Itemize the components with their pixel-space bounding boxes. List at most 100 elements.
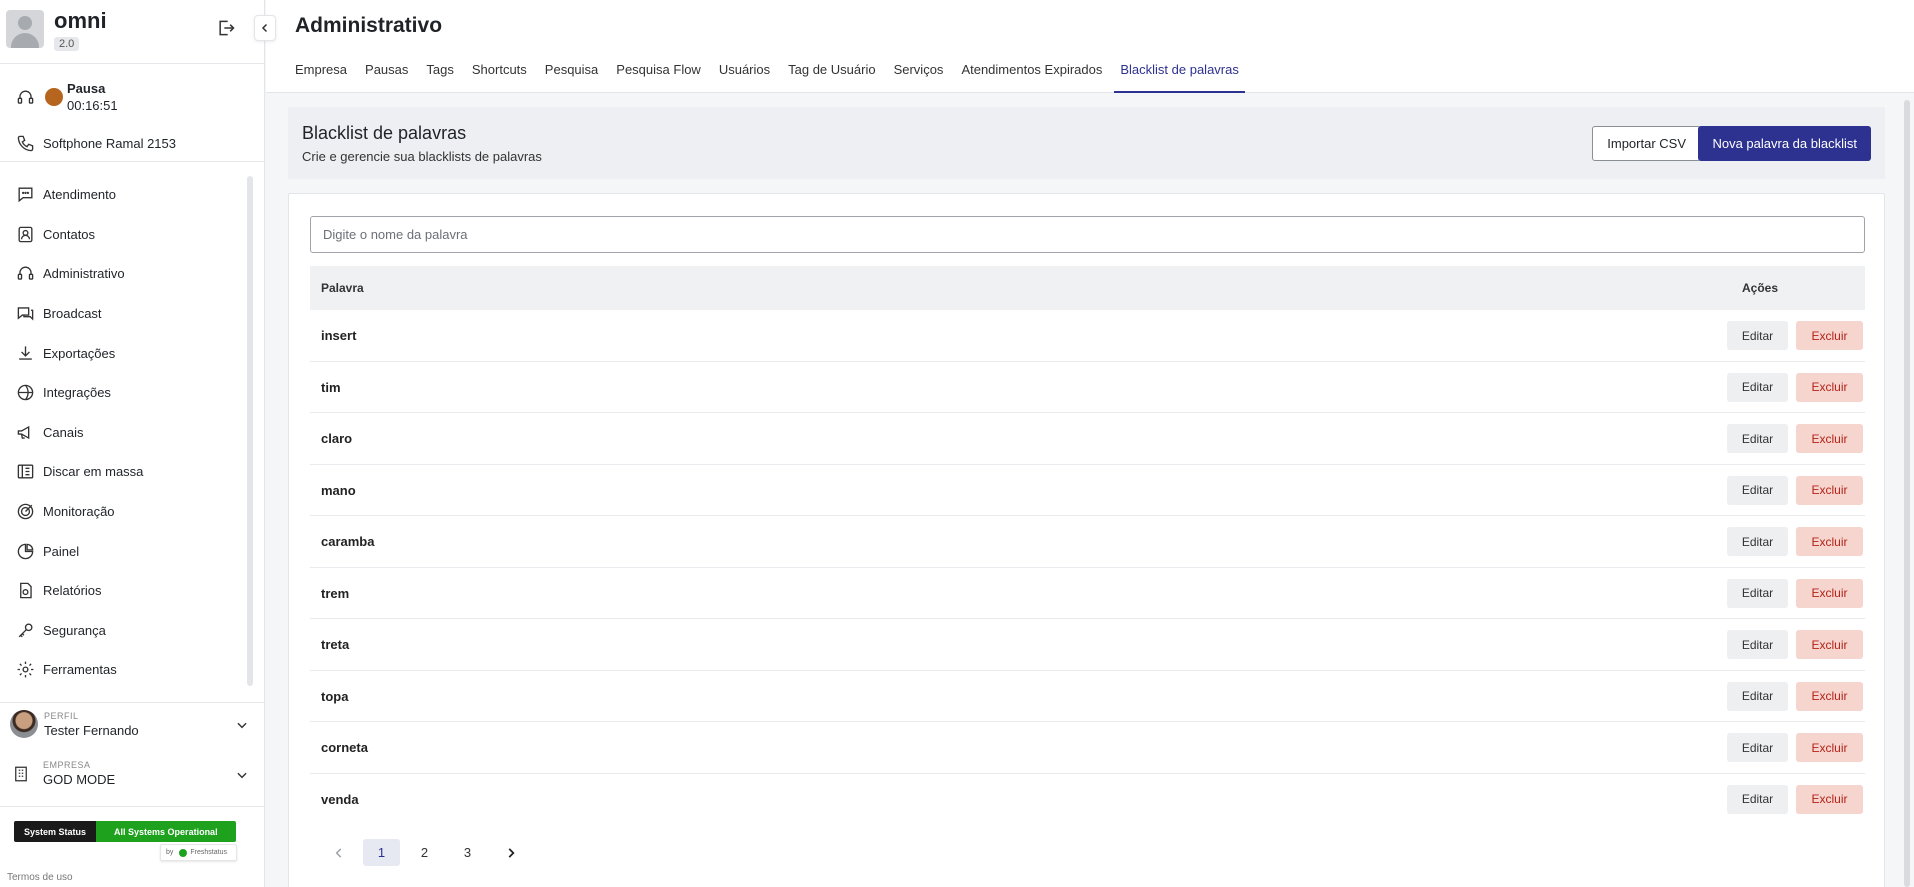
table-row: insert Editar Excluir bbox=[310, 310, 1865, 362]
edit-button[interactable]: Editar bbox=[1727, 733, 1788, 762]
sidebar-item-administrativo[interactable]: Administrativo bbox=[0, 254, 255, 294]
section-subtitle: Crie e gerencie sua blacklists de palavr… bbox=[302, 149, 542, 164]
import-csv-button[interactable]: Importar CSV bbox=[1592, 126, 1701, 161]
next-page-button[interactable] bbox=[492, 839, 529, 866]
edit-button[interactable]: Editar bbox=[1727, 372, 1788, 402]
freshstatus-icon bbox=[179, 848, 188, 857]
delete-button[interactable]: Excluir bbox=[1796, 681, 1863, 711]
blacklist-content-card: Palavra Ações insert Editar Excluir tim Edi… bbox=[288, 193, 1885, 887]
brand-avatar bbox=[6, 10, 44, 48]
tab-pesquisa[interactable]: Pesquisa bbox=[545, 60, 598, 93]
edit-button[interactable]: Editar bbox=[1727, 784, 1788, 814]
edit-button[interactable]: Editar bbox=[1727, 475, 1788, 505]
sidebar-item-label: Canais bbox=[43, 424, 84, 440]
key-icon bbox=[18, 623, 33, 638]
divider bbox=[0, 806, 265, 807]
page-button[interactable]: 3 bbox=[449, 839, 486, 866]
sidebar-item-ferramentas[interactable]: Ferramentas bbox=[0, 650, 255, 690]
tab-tags[interactable]: Tags bbox=[426, 60, 453, 93]
sidebar-item-canais[interactable]: Canais bbox=[0, 413, 255, 453]
company-name: GOD MODE bbox=[43, 772, 116, 787]
profile-name: Tester Fernando bbox=[44, 722, 139, 738]
sidebar-item-relatorios[interactable]: Relatórios bbox=[0, 571, 255, 611]
freshstatus-badge[interactable]: by Freshstatus bbox=[160, 844, 237, 861]
page-button[interactable]: 1 bbox=[363, 839, 400, 866]
word-cell: topa bbox=[321, 688, 349, 704]
sidebar-item-label: Ferramentas bbox=[43, 662, 117, 678]
sidebar-item-discar-em-massa[interactable]: Discar em massa bbox=[0, 452, 255, 492]
sidebar-item-contatos[interactable]: Contatos bbox=[0, 215, 255, 255]
delete-button[interactable]: Excluir bbox=[1796, 733, 1863, 762]
tab-atendimentos-expirados[interactable]: Atendimentos Expirados bbox=[961, 60, 1102, 93]
dashboard-icon bbox=[17, 543, 34, 559]
system-status-widget[interactable]: System Status All Systems Operational bbox=[14, 821, 236, 842]
avatar bbox=[10, 710, 38, 738]
chevron-down-icon[interactable] bbox=[235, 768, 249, 782]
chevron-down-icon[interactable] bbox=[235, 718, 249, 732]
word-cell: caramba bbox=[321, 534, 375, 549]
page-scrollbar[interactable] bbox=[1904, 100, 1910, 887]
sidebar-item-exportacoes[interactable]: Exportações bbox=[0, 333, 255, 373]
sidebar-item-atendimento[interactable]: Atendimento bbox=[0, 175, 255, 215]
freshstatus-brand: Freshstatus bbox=[190, 849, 227, 856]
tab-blacklist-de-palavras[interactable]: Blacklist de palavras bbox=[1114, 60, 1245, 93]
search-input[interactable] bbox=[310, 216, 1865, 253]
word-cell: treta bbox=[321, 637, 350, 652]
delete-button[interactable]: Excluir bbox=[1796, 424, 1863, 453]
chat-icon bbox=[18, 187, 33, 203]
collapse-sidebar-button[interactable] bbox=[254, 15, 276, 41]
tab-servicos[interactable]: Serviços bbox=[894, 60, 944, 93]
delete-button[interactable]: Excluir bbox=[1796, 372, 1863, 402]
sidebar-item-label: Atendimento bbox=[43, 187, 116, 203]
logout-icon[interactable] bbox=[216, 18, 236, 38]
edit-button[interactable]: Editar bbox=[1727, 578, 1788, 608]
prev-page-button[interactable] bbox=[320, 839, 357, 866]
edit-button[interactable]: Editar bbox=[1727, 630, 1788, 659]
sidebar-item-integracoes[interactable]: Integrações bbox=[0, 373, 255, 413]
table-row: claro Editar Excluir bbox=[310, 413, 1865, 465]
new-word-button[interactable]: Nova palavra da blacklist bbox=[1698, 126, 1871, 161]
sidebar-item-monitoracao[interactable]: Monitoração bbox=[0, 492, 255, 532]
section-title: Blacklist de palavras bbox=[302, 123, 467, 143]
edit-button[interactable]: Editar bbox=[1727, 321, 1788, 350]
building-icon bbox=[10, 763, 32, 785]
tab-tag-de-usuario[interactable]: Tag de Usuário bbox=[788, 60, 875, 93]
edit-button[interactable]: Editar bbox=[1727, 424, 1788, 453]
page-button[interactable]: 2 bbox=[406, 839, 443, 866]
delete-button[interactable]: Excluir bbox=[1796, 630, 1863, 659]
sidebar-scrollbar[interactable] bbox=[247, 176, 253, 686]
divider bbox=[0, 63, 265, 64]
tab-usuarios[interactable]: Usuários bbox=[719, 60, 770, 93]
company-caption: EMPRESA bbox=[43, 760, 91, 770]
tab-empresa[interactable]: Empresa bbox=[295, 60, 347, 93]
table-row: tim Editar Excluir bbox=[310, 362, 1865, 413]
delete-button[interactable]: Excluir bbox=[1796, 578, 1863, 608]
profile-selector[interactable]: PERFIL Tester Fernando bbox=[10, 710, 255, 738]
tab-pausas[interactable]: Pausas bbox=[365, 60, 408, 93]
contacts-icon bbox=[18, 226, 33, 243]
agent-status[interactable]: Pausa 00:16:51 bbox=[16, 80, 118, 114]
broadcast-icon bbox=[17, 307, 34, 321]
company-selector[interactable]: EMPRESA GOD MODE bbox=[10, 760, 255, 787]
softphone[interactable]: Softphone Ramal 2153 bbox=[16, 134, 176, 153]
sidebar-item-broadcast[interactable]: Broadcast bbox=[0, 294, 255, 334]
sidebar-item-label: Administrativo bbox=[43, 266, 125, 282]
column-header-actions: Ações bbox=[1742, 281, 1779, 295]
word-cell: claro bbox=[321, 431, 353, 446]
sidebar-item-seguranca[interactable]: Segurança bbox=[0, 611, 255, 651]
delete-button[interactable]: Excluir bbox=[1796, 321, 1863, 350]
status-timer: 00:16:51 bbox=[67, 98, 118, 113]
table-row: caramba Editar Excluir bbox=[310, 516, 1865, 568]
table-row: trem Editar Excluir bbox=[310, 568, 1865, 619]
terms-link[interactable]: Termos de uso bbox=[7, 872, 73, 883]
delete-button[interactable]: Excluir bbox=[1796, 784, 1863, 814]
delete-button[interactable]: Excluir bbox=[1796, 527, 1863, 556]
edit-button[interactable]: Editar bbox=[1727, 527, 1788, 556]
edit-button[interactable]: Editar bbox=[1727, 681, 1788, 711]
delete-button[interactable]: Excluir bbox=[1796, 475, 1863, 505]
sidebar-item-painel[interactable]: Painel bbox=[0, 531, 255, 571]
sidebar-item-label: Exportações bbox=[43, 345, 116, 361]
tab-shortcuts[interactable]: Shortcuts bbox=[472, 60, 527, 93]
megaphone-icon bbox=[17, 425, 30, 440]
tab-pesquisa-flow[interactable]: Pesquisa Flow bbox=[616, 60, 701, 93]
